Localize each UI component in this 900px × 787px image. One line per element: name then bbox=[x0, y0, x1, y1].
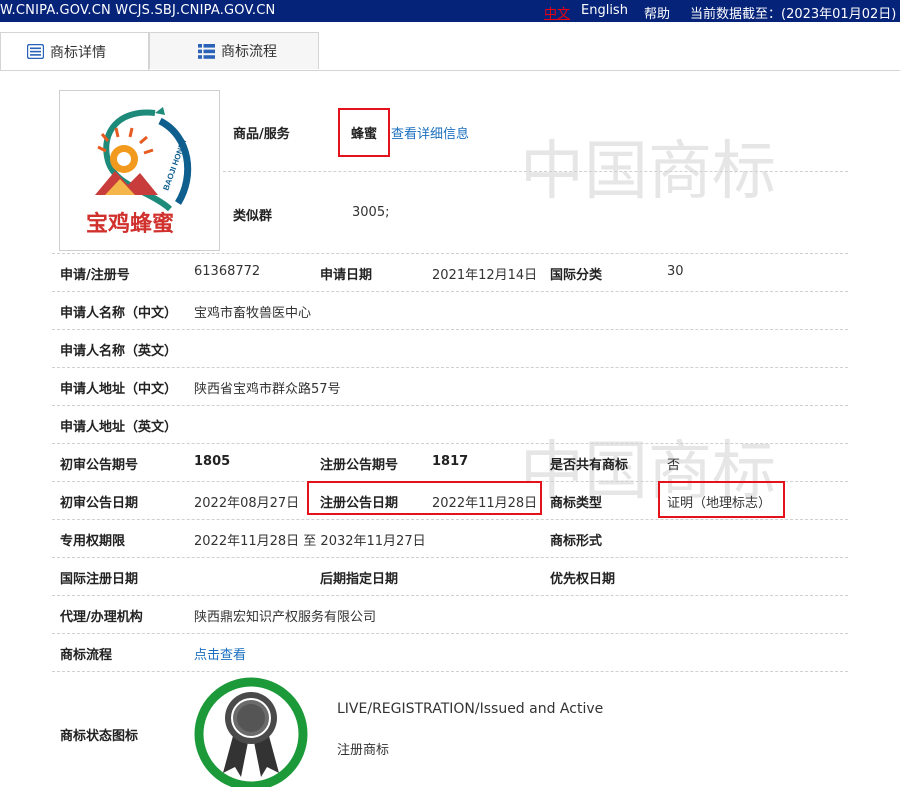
tab-trademark-details[interactable]: 商标详情 bbox=[0, 32, 149, 70]
address-en-label: 申请人地址（英文） bbox=[60, 420, 178, 435]
tab-bar: 商标详情 商标流程 bbox=[0, 22, 900, 71]
divider bbox=[52, 367, 848, 368]
trademark-type-label: 商标类型 bbox=[550, 496, 603, 511]
goods-services-value: 蜂蜜 bbox=[351, 127, 378, 142]
divider bbox=[52, 291, 848, 292]
divider bbox=[52, 633, 848, 634]
status-en-text: LIVE/REGISTRATION/Issued and Active bbox=[337, 701, 604, 717]
data-date-label: 当前数据截至：(2023年01月02日) bbox=[690, 7, 897, 22]
grid-icon bbox=[198, 43, 215, 59]
site-url: W.CNIPA.GOV.CN WCJS.SBJ.CNIPA.GOV.CN bbox=[0, 3, 276, 18]
registered-badge-icon bbox=[194, 677, 308, 787]
divider bbox=[52, 595, 848, 596]
lang-english-link[interactable]: English bbox=[581, 3, 628, 18]
exclusive-period-value: 2022年11月28日 至 2032年11月27日 bbox=[194, 534, 426, 549]
goods-services-label: 商品/服务 bbox=[233, 127, 290, 142]
reg-number-label: 申请/注册号 bbox=[60, 268, 130, 283]
status-icon-label: 商标状态图标 bbox=[60, 729, 139, 744]
tab-label: 商标详情 bbox=[50, 44, 106, 61]
divider bbox=[52, 671, 848, 672]
view-flow-link[interactable]: 点击查看 bbox=[194, 644, 246, 663]
prelim-pub-no-value: 1805 bbox=[194, 454, 231, 469]
trademark-logo: BAOJI HONEY 宝鸡蜂蜜 bbox=[86, 107, 192, 237]
address-cn-value: 陕西省宝鸡市群众路57号 bbox=[194, 382, 341, 397]
trademark-form-label: 商标形式 bbox=[550, 534, 603, 549]
trademark-image: BAOJI HONEY 宝鸡蜂蜜 bbox=[59, 90, 220, 251]
tab-label: 商标流程 bbox=[221, 44, 277, 60]
tab-trademark-process[interactable]: 商标流程 bbox=[149, 32, 319, 69]
shared-trademark-label: 是否共有商标 bbox=[550, 458, 629, 473]
lang-chinese-link[interactable]: 中文 bbox=[544, 3, 570, 22]
reg-pub-date-value: 2022年11月28日 bbox=[432, 496, 538, 511]
view-details-link[interactable]: 查看详细信息 bbox=[391, 123, 469, 142]
logo-cn-text: 宝鸡蜂蜜 bbox=[86, 211, 174, 237]
applicant-en-label: 申请人名称（英文） bbox=[60, 344, 178, 359]
intl-reg-date-label: 国际注册日期 bbox=[60, 572, 139, 587]
divider bbox=[223, 171, 848, 172]
trademark-type-value: 证明（地理标志） bbox=[667, 496, 772, 511]
reg-pub-date-label: 注册公告日期 bbox=[320, 496, 399, 511]
reg-number-value: 61368772 bbox=[194, 264, 261, 279]
prelim-pub-date-label: 初审公告日期 bbox=[60, 496, 139, 511]
divider bbox=[52, 443, 848, 444]
similar-group-value: 3005; bbox=[352, 205, 390, 220]
divider bbox=[52, 519, 848, 520]
similar-group-label: 类似群 bbox=[233, 209, 273, 224]
prelim-pub-no-label: 初审公告期号 bbox=[60, 458, 139, 473]
apply-date-value: 2021年12月14日 bbox=[432, 268, 538, 283]
shared-trademark-value: 否 bbox=[667, 458, 681, 473]
trademark-flow-label: 商标流程 bbox=[60, 648, 113, 663]
reg-pub-no-label: 注册公告期号 bbox=[320, 458, 399, 473]
watermark-char: 中国商标 bbox=[520, 135, 776, 209]
applicant-cn-label: 申请人名称（中文） bbox=[60, 306, 178, 321]
intl-class-label: 国际分类 bbox=[550, 268, 603, 283]
intl-class-value: 30 bbox=[667, 264, 684, 279]
agent-value: 陕西鼎宏知识产权服务有限公司 bbox=[194, 610, 377, 625]
prelim-pub-date-value: 2022年08月27日 bbox=[194, 496, 300, 511]
divider bbox=[52, 253, 848, 254]
divider bbox=[52, 557, 848, 558]
applicant-cn-value: 宝鸡市畜牧兽医中心 bbox=[194, 306, 312, 321]
list-icon bbox=[27, 44, 44, 59]
reg-pub-no-value: 1817 bbox=[432, 454, 469, 469]
agent-label: 代理/办理机构 bbox=[60, 610, 143, 625]
divider bbox=[52, 405, 848, 406]
exclusive-period-label: 专用权期限 bbox=[60, 534, 126, 549]
help-link[interactable]: 帮助 bbox=[644, 3, 670, 22]
address-cn-label: 申请人地址（中文） bbox=[60, 382, 178, 397]
priority-date-label: 优先权日期 bbox=[550, 572, 616, 587]
apply-date-label: 申请日期 bbox=[320, 268, 373, 283]
divider bbox=[52, 329, 848, 330]
later-designation-date-label: 后期指定日期 bbox=[320, 572, 399, 587]
top-bar: W.CNIPA.GOV.CN WCJS.SBJ.CNIPA.GOV.CN 中文 … bbox=[0, 0, 900, 22]
status-cn-text: 注册商标 bbox=[337, 743, 390, 758]
